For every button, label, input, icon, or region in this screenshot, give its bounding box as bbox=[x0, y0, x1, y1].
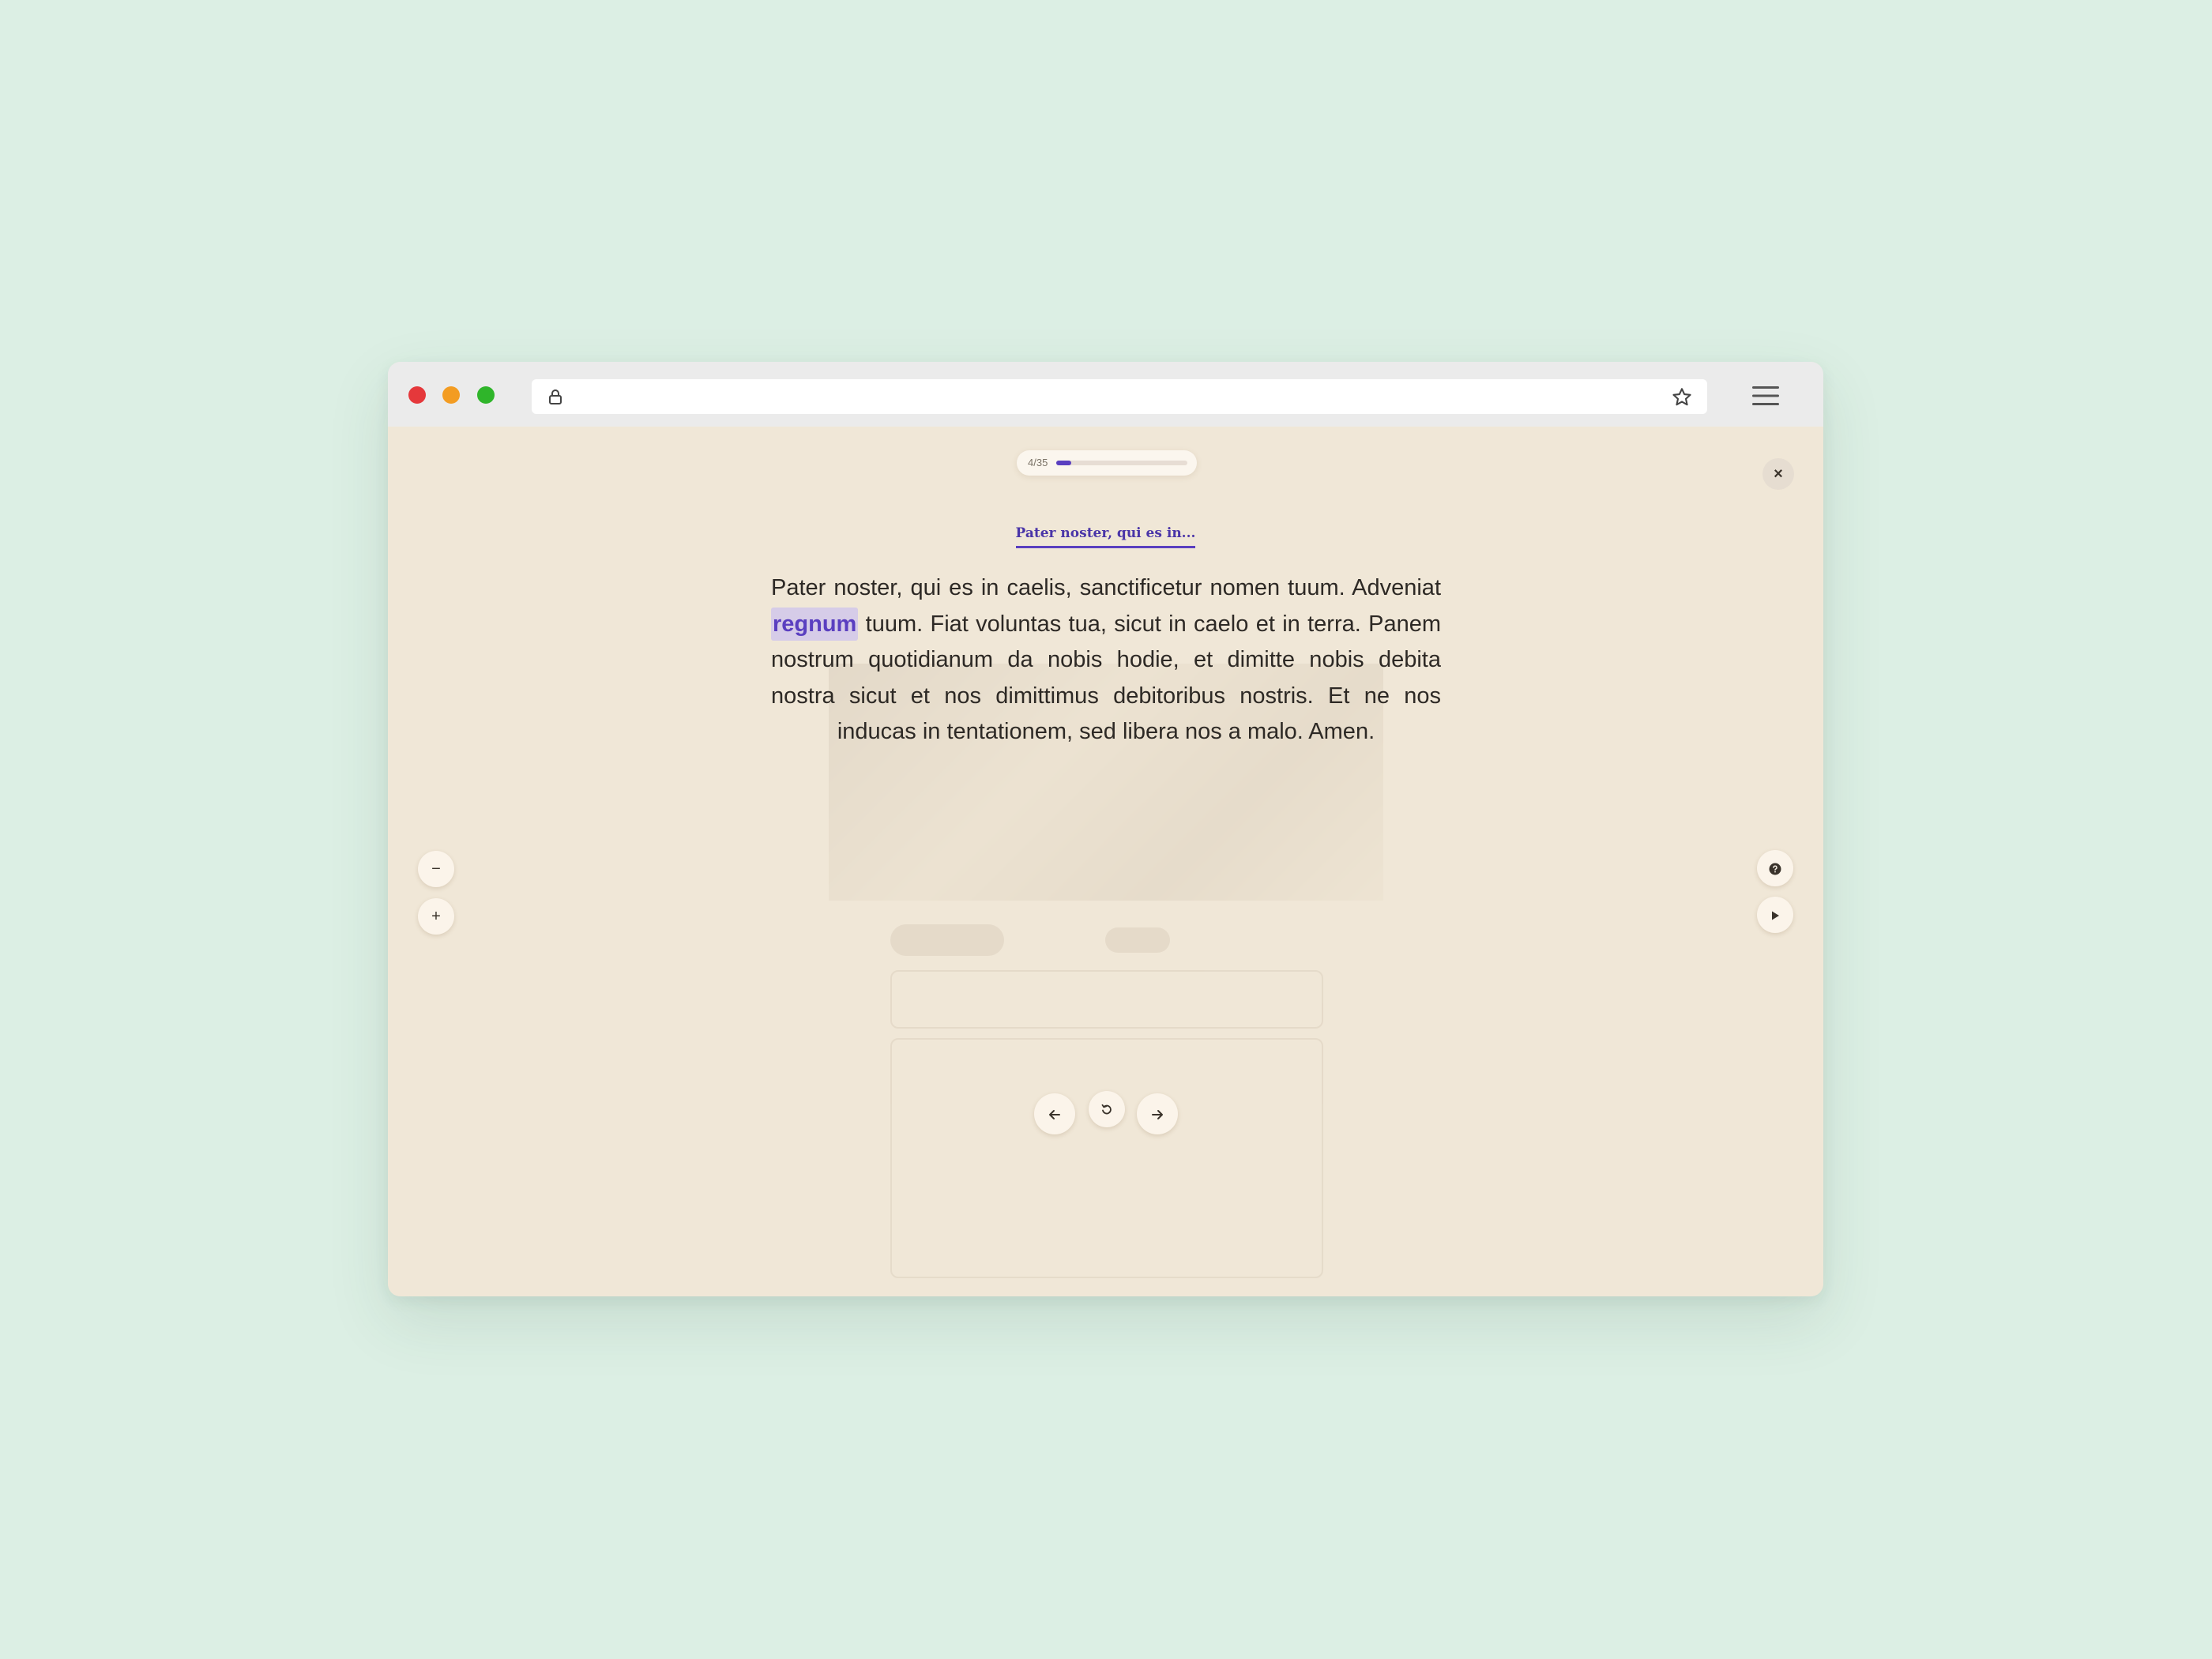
help-button[interactable] bbox=[1757, 850, 1793, 886]
window-close-dot[interactable] bbox=[408, 386, 426, 404]
previous-button[interactable] bbox=[1034, 1093, 1075, 1134]
window-maximize-dot[interactable] bbox=[477, 386, 495, 404]
arrow-right-icon bbox=[1152, 1109, 1163, 1119]
play-icon bbox=[1772, 911, 1779, 920]
restart-icon bbox=[1101, 1104, 1112, 1115]
background-chip bbox=[1105, 927, 1170, 953]
progress-indicator: 4/35 bbox=[1017, 450, 1197, 476]
font-decrease-button[interactable]: − bbox=[418, 851, 454, 887]
font-increase-button[interactable]: + bbox=[418, 898, 454, 935]
close-button[interactable]: × bbox=[1762, 458, 1794, 490]
background-panel bbox=[890, 1038, 1323, 1278]
prayer-title: Pater noster, qui es in... bbox=[1015, 525, 1196, 548]
address-bar[interactable] bbox=[532, 379, 1707, 414]
hamburger-menu-icon[interactable] bbox=[1752, 386, 1779, 406]
reader-overlay: 4/35 × Pater noster, qui es in... Pater … bbox=[388, 427, 1823, 1296]
background-chip bbox=[890, 924, 1004, 956]
browser-titlebar bbox=[388, 362, 1823, 427]
progress-track bbox=[1056, 461, 1187, 465]
prayer-text-after: tuum. Fiat voluntas tua, sicut in caelo … bbox=[771, 611, 1441, 745]
window-minimize-dot[interactable] bbox=[442, 386, 460, 404]
star-icon[interactable] bbox=[1671, 386, 1693, 408]
prayer-text: Pater noster, qui es in caelis, sanctifi… bbox=[771, 570, 1441, 750]
background-panel bbox=[890, 970, 1323, 1029]
prayer-text-before: Pater noster, qui es in caelis, sanctifi… bbox=[771, 575, 1441, 600]
play-button[interactable] bbox=[1757, 897, 1793, 933]
progress-fill bbox=[1056, 461, 1071, 465]
restart-button[interactable] bbox=[1089, 1091, 1125, 1127]
next-button[interactable] bbox=[1137, 1093, 1178, 1134]
progress-label: 4/35 bbox=[1028, 457, 1048, 468]
browser-window: 4/35 × Pater noster, qui es in... Pater … bbox=[388, 362, 1823, 1296]
arrow-left-icon bbox=[1049, 1109, 1060, 1119]
help-icon bbox=[1769, 863, 1781, 875]
background-page bbox=[388, 427, 1823, 1296]
prayer-title-wrap: Pater noster, qui es in... bbox=[388, 525, 1823, 548]
highlighted-word: regnum bbox=[771, 607, 859, 641]
lock-icon bbox=[549, 389, 562, 404]
